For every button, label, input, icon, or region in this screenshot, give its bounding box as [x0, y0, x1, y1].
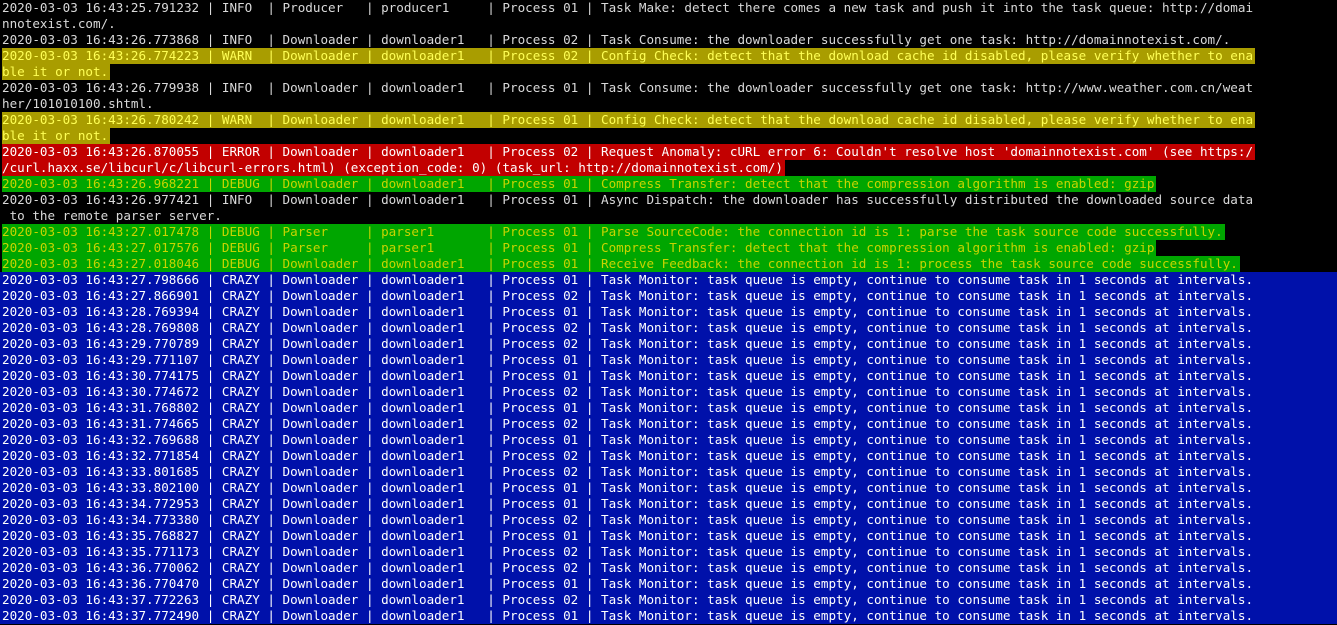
- log-line-info: to the remote parser server.: [0, 208, 1337, 224]
- log-line-text: 2020-03-03 16:43:33.802100 | CRAZY | Dow…: [2, 480, 1254, 495]
- log-line-text: 2020-03-03 16:43:28.769394 | CRAZY | Dow…: [2, 304, 1254, 319]
- log-line-crazy: 2020-03-03 16:43:30.774672 | CRAZY | Dow…: [0, 384, 1337, 400]
- log-line-warn: 2020-03-03 16:43:26.774223 | WARN | Down…: [0, 48, 1337, 64]
- log-line-text: 2020-03-03 16:43:26.870055 | ERROR | Dow…: [2, 144, 1256, 160]
- log-line-debug: 2020-03-03 16:43:27.018046 | DEBUG | Dow…: [0, 256, 1337, 272]
- log-line-crazy: 2020-03-03 16:43:29.771107 | CRAZY | Dow…: [0, 352, 1337, 368]
- log-line-text: 2020-03-03 16:43:26.773868 | INFO | Down…: [2, 32, 1233, 48]
- log-line-crazy: 2020-03-03 16:43:28.769394 | CRAZY | Dow…: [0, 304, 1337, 320]
- log-line-text: ble it or not.: [2, 64, 111, 80]
- log-line-text: 2020-03-03 16:43:28.769808 | CRAZY | Dow…: [2, 320, 1254, 335]
- log-line-text: ble it or not.: [2, 128, 111, 144]
- log-line-debug: 2020-03-03 16:43:27.017576 | DEBUG | Par…: [0, 240, 1337, 256]
- log-line-crazy: 2020-03-03 16:43:37.772263 | CRAZY | Dow…: [0, 592, 1337, 608]
- log-line-info: her/101010100.shtml.: [0, 96, 1337, 112]
- log-line-text: 2020-03-03 16:43:34.773380 | CRAZY | Dow…: [2, 512, 1254, 527]
- log-line-text: 2020-03-03 16:43:26.968221 | DEBUG | Dow…: [2, 176, 1157, 192]
- log-line-text: to the remote parser server.: [2, 208, 224, 224]
- log-line-crazy: 2020-03-03 16:43:34.773380 | CRAZY | Dow…: [0, 512, 1337, 528]
- log-line-warn: 2020-03-03 16:43:26.780242 | WARN | Down…: [0, 112, 1337, 128]
- log-line-text: 2020-03-03 16:43:36.770062 | CRAZY | Dow…: [2, 560, 1254, 575]
- log-line-text: 2020-03-03 16:43:26.977421 | INFO | Down…: [2, 192, 1256, 208]
- log-line-crazy: 2020-03-03 16:43:29.770789 | CRAZY | Dow…: [0, 336, 1337, 352]
- log-line-text: 2020-03-03 16:43:31.768802 | CRAZY | Dow…: [2, 400, 1254, 415]
- log-line-error: 2020-03-03 16:43:26.870055 | ERROR | Dow…: [0, 144, 1337, 160]
- log-line-text: 2020-03-03 16:43:33.801685 | CRAZY | Dow…: [2, 464, 1254, 479]
- log-line-crazy: 2020-03-03 16:43:28.769808 | CRAZY | Dow…: [0, 320, 1337, 336]
- log-line-text: 2020-03-03 16:43:27.018046 | DEBUG | Dow…: [2, 256, 1240, 272]
- log-line-text: 2020-03-03 16:43:36.770470 | CRAZY | Dow…: [2, 576, 1254, 591]
- log-line-text: 2020-03-03 16:43:37.772263 | CRAZY | Dow…: [2, 592, 1254, 607]
- log-line-text: 2020-03-03 16:43:34.772953 | CRAZY | Dow…: [2, 496, 1254, 511]
- log-line-text: her/101010100.shtml.: [2, 96, 156, 112]
- log-line-info: 2020-03-03 16:43:26.977421 | INFO | Down…: [0, 192, 1337, 208]
- log-line-crazy: 2020-03-03 16:43:34.772953 | CRAZY | Dow…: [0, 496, 1337, 512]
- log-line-crazy: 2020-03-03 16:43:36.770062 | CRAZY | Dow…: [0, 560, 1337, 576]
- log-line-crazy: 2020-03-03 16:43:30.774175 | CRAZY | Dow…: [0, 368, 1337, 384]
- log-line-text: 2020-03-03 16:43:31.774665 | CRAZY | Dow…: [2, 416, 1254, 431]
- log-line-text: 2020-03-03 16:43:27.017478 | DEBUG | Par…: [2, 224, 1225, 240]
- log-line-crazy: 2020-03-03 16:43:36.770470 | CRAZY | Dow…: [0, 576, 1337, 592]
- log-line-crazy: 2020-03-03 16:43:35.771173 | CRAZY | Dow…: [0, 544, 1337, 560]
- log-line-info: 2020-03-03 16:43:26.773868 | INFO | Down…: [0, 32, 1337, 48]
- log-line-text: 2020-03-03 16:43:25.791232 | INFO | Prod…: [2, 0, 1256, 16]
- log-line-text: /curl.haxx.se/libcurl/c/libcurl-errors.h…: [2, 160, 785, 176]
- log-line-crazy: 2020-03-03 16:43:27.866901 | CRAZY | Dow…: [0, 288, 1337, 304]
- terminal-output[interactable]: 2020-03-03 16:43:25.791232 | INFO | Prod…: [0, 0, 1337, 625]
- log-line-text: 2020-03-03 16:43:35.771173 | CRAZY | Dow…: [2, 544, 1254, 559]
- log-line-warn: ble it or not.: [0, 128, 1337, 144]
- log-line-debug: 2020-03-03 16:43:27.017478 | DEBUG | Par…: [0, 224, 1337, 240]
- log-line-text: 2020-03-03 16:43:30.774672 | CRAZY | Dow…: [2, 384, 1254, 399]
- log-line-crazy: 2020-03-03 16:43:37.772490 | CRAZY | Dow…: [0, 608, 1337, 624]
- log-line-crazy: 2020-03-03 16:43:31.768802 | CRAZY | Dow…: [0, 400, 1337, 416]
- log-line-crazy: 2020-03-03 16:43:35.768827 | CRAZY | Dow…: [0, 528, 1337, 544]
- log-line-crazy: 2020-03-03 16:43:33.801685 | CRAZY | Dow…: [0, 464, 1337, 480]
- log-line-info: 2020-03-03 16:43:26.779938 | INFO | Down…: [0, 80, 1337, 96]
- log-line-text: 2020-03-03 16:43:26.779938 | INFO | Down…: [2, 80, 1256, 96]
- log-line-text: 2020-03-03 16:43:26.780242 | WARN | Down…: [2, 112, 1256, 128]
- log-line-text: 2020-03-03 16:43:29.770789 | CRAZY | Dow…: [2, 336, 1254, 351]
- log-line-debug: 2020-03-03 16:43:26.968221 | DEBUG | Dow…: [0, 176, 1337, 192]
- log-line-text: 2020-03-03 16:43:27.866901 | CRAZY | Dow…: [2, 288, 1254, 303]
- log-line-crazy: 2020-03-03 16:43:33.802100 | CRAZY | Dow…: [0, 480, 1337, 496]
- log-line-text: 2020-03-03 16:43:27.017576 | DEBUG | Par…: [2, 240, 1157, 256]
- log-line-info: nnotexist.com/.: [0, 16, 1337, 32]
- log-line-text: 2020-03-03 16:43:26.774223 | WARN | Down…: [2, 48, 1256, 64]
- log-line-warn: ble it or not.: [0, 64, 1337, 80]
- log-line-crazy: 2020-03-03 16:43:27.798666 | CRAZY | Dow…: [0, 272, 1337, 288]
- log-line-crazy: 2020-03-03 16:43:32.771854 | CRAZY | Dow…: [0, 448, 1337, 464]
- log-line-info: 2020-03-03 16:43:25.791232 | INFO | Prod…: [0, 0, 1337, 16]
- log-line-text: nnotexist.com/.: [2, 16, 118, 32]
- log-line-text: 2020-03-03 16:43:35.768827 | CRAZY | Dow…: [2, 528, 1254, 543]
- log-line-error: /curl.haxx.se/libcurl/c/libcurl-errors.h…: [0, 160, 1337, 176]
- log-line-text: 2020-03-03 16:43:27.798666 | CRAZY | Dow…: [2, 272, 1254, 287]
- log-line-text: 2020-03-03 16:43:29.771107 | CRAZY | Dow…: [2, 352, 1254, 367]
- log-line-crazy: 2020-03-03 16:43:31.774665 | CRAZY | Dow…: [0, 416, 1337, 432]
- log-line-crazy: 2020-03-03 16:43:32.769688 | CRAZY | Dow…: [0, 432, 1337, 448]
- log-line-text: 2020-03-03 16:43:32.771854 | CRAZY | Dow…: [2, 448, 1254, 463]
- log-line-text: 2020-03-03 16:43:37.772490 | CRAZY | Dow…: [2, 608, 1254, 623]
- log-line-text: 2020-03-03 16:43:30.774175 | CRAZY | Dow…: [2, 368, 1254, 383]
- log-line-text: 2020-03-03 16:43:32.769688 | CRAZY | Dow…: [2, 432, 1254, 447]
